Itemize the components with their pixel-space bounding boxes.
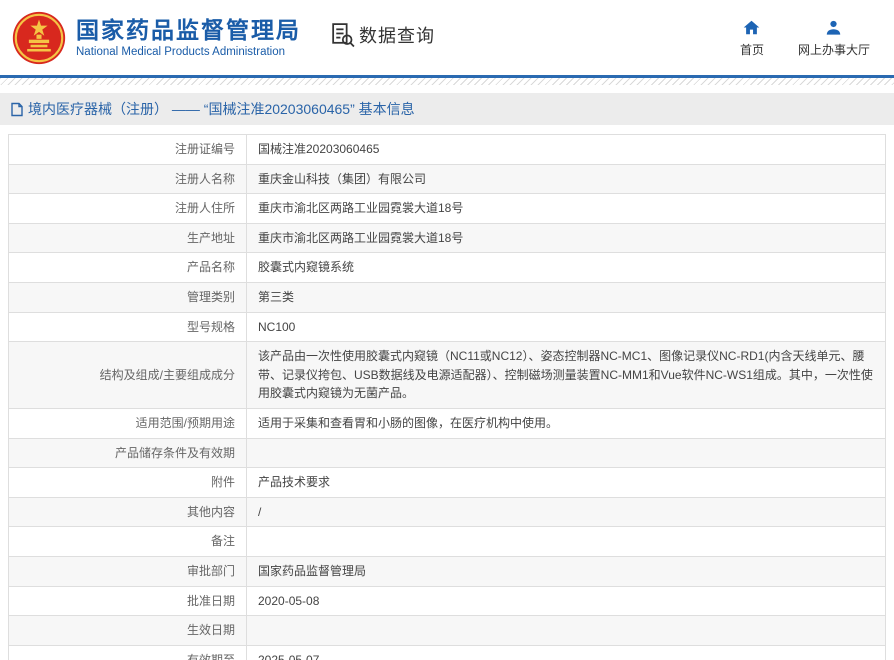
registration-detail-table-wrap: 注册证编号 国械注准20203060465 注册人名称 重庆金山科技（集团）有限公司注… — [0, 125, 894, 660]
page-title: 境内医疗器械（注册） —— “国械注准20203060465” 基本信息 — [28, 101, 415, 117]
table-row: 适用范围/预期用途 适用于采集和查看胃和小肠的图像，在医疗机构中使用。 — [8, 407, 886, 439]
row-label: 有效期至 — [8, 644, 247, 660]
table-row: 产品储存条件及有效期 — [8, 437, 886, 469]
row-label: 产品储存条件及有效期 — [8, 437, 247, 469]
row-value: 第三类 — [246, 281, 886, 313]
row-value: 重庆市渝北区两路工业园霓裳大道18号 — [246, 193, 886, 224]
row-value — [246, 526, 886, 557]
nav-service-hall-label: 网上办事大厅 — [797, 43, 870, 57]
table-row: 审批部门 国家药品监督管理局 — [8, 555, 886, 587]
data-query-title: 数据查询 — [359, 25, 435, 46]
data-query-icon — [332, 23, 355, 48]
row-value: 适用于采集和查看胃和小肠的图像，在医疗机构中使用。 — [246, 407, 886, 439]
header-hatch-strip — [0, 78, 894, 85]
row-label: 备注 — [8, 526, 247, 557]
org-name-zh: 国家药品监督管理局 — [76, 16, 301, 43]
row-label: 审批部门 — [8, 555, 247, 587]
row-label: 其他内容 — [8, 496, 247, 528]
user-icon — [827, 20, 841, 35]
registration-detail-table: 注册证编号 国械注准20203060465 注册人名称 重庆金山科技（集团）有限公司注… — [8, 134, 886, 660]
nav-service-hall[interactable]: 网上办事大厅 — [798, 19, 870, 58]
row-label: 注册证编号 — [8, 134, 247, 165]
row-label: 型号规格 — [8, 311, 247, 343]
row-value: 国家药品监督管理局 — [246, 555, 886, 587]
org-name-en: National Medical Products Administration — [76, 46, 286, 59]
page-header: 国家药品监督管理局 National Medical Products Admi… — [0, 0, 894, 75]
row-value: 2025-05-07 — [246, 644, 886, 660]
org-title-block: 国家药品监督管理局 National Medical Products Admi… — [76, 17, 301, 58]
table-row: 附件 产品技术要求 — [8, 467, 886, 498]
table-row: 注册人住所 重庆市渝北区两路工业园霓裳大道18号 — [8, 193, 886, 224]
row-value: 该产品由一次性使用胶囊式内窥镜（NC11或NC12）、姿态控制器NC-MC1、图… — [246, 341, 886, 409]
document-icon — [11, 102, 23, 116]
table-row: 结构及组成/主要组成成分 该产品由一次性使用胶囊式内窥镜（NC11或NC12）、姿… — [8, 341, 886, 409]
row-value — [246, 437, 886, 469]
row-label: 注册人名称 — [8, 163, 247, 195]
row-value: 重庆金山科技（集团）有限公司 — [246, 163, 886, 195]
breadcrumb: 境内医疗器械（注册） —— “国械注准20203060465” 基本信息 — [0, 93, 894, 125]
row-value: 重庆市渝北区两路工业园霓裳大道18号 — [246, 222, 886, 254]
row-label: 管理类别 — [8, 281, 247, 313]
table-row: 有效期至 2025-05-07 — [8, 644, 886, 660]
table-row: 产品名称 胶囊式内窥镜系统 — [8, 252, 886, 283]
row-label: 生效日期 — [8, 615, 247, 646]
row-value: NC100 — [246, 311, 886, 343]
row-label: 生产地址 — [8, 222, 247, 254]
table-row: 注册人名称 重庆金山科技（集团）有限公司 — [8, 163, 886, 195]
table-row: 其他内容 / — [8, 496, 886, 528]
home-icon — [744, 20, 760, 35]
data-query-section: 数据查询 — [329, 21, 435, 48]
table-row: 生效日期 — [8, 615, 886, 646]
table-row: 管理类别 第三类 — [8, 281, 886, 313]
row-value: 国械注准20203060465 — [246, 134, 886, 165]
table-row: 生产地址 重庆市渝北区两路工业园霓裳大道18号 — [8, 222, 886, 254]
row-label: 适用范围/预期用途 — [8, 407, 247, 439]
national-emblem-logo — [12, 11, 66, 64]
table-row: 备注 — [8, 526, 886, 557]
row-value: 2020-05-08 — [246, 585, 886, 617]
nav-home[interactable]: 首页 — [740, 19, 764, 58]
top-nav: 首页 网上办事大厅 — [740, 19, 884, 58]
row-value: 胶囊式内窥镜系统 — [246, 252, 886, 283]
row-label: 注册人住所 — [8, 193, 247, 224]
nav-home-label: 首页 — [739, 43, 764, 57]
table-row: 批准日期 2020-05-08 — [8, 585, 886, 617]
row-label: 附件 — [8, 467, 247, 498]
row-label: 结构及组成/主要组成成分 — [8, 341, 247, 409]
row-value: / — [246, 496, 886, 528]
row-value: 产品技术要求 — [246, 467, 886, 498]
row-label: 批准日期 — [8, 585, 247, 617]
table-row: 注册证编号 国械注准20203060465 — [8, 134, 886, 165]
row-label: 产品名称 — [8, 252, 247, 283]
row-value — [246, 615, 886, 646]
table-row: 型号规格 NC100 — [8, 311, 886, 343]
